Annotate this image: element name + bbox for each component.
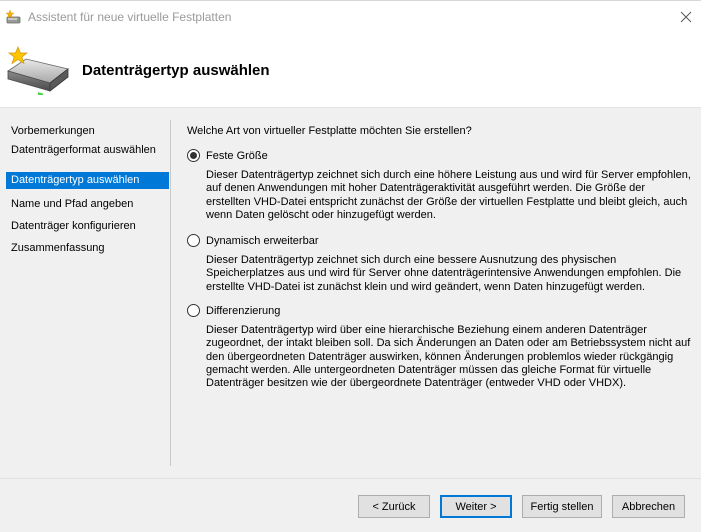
option-differenzierung[interactable]: Differenzierung: [187, 304, 280, 317]
question-label: Welche Art von virtueller Festplatte möc…: [187, 125, 472, 137]
close-button[interactable]: [671, 1, 701, 33]
option-description: Dieser Datenträgertyp zeichnet sich durc…: [206, 254, 682, 293]
finish-button[interactable]: Fertig stellen: [522, 495, 602, 518]
wizard-header: Datenträgertyp auswählen: [0, 33, 701, 107]
nav-divider: [170, 120, 171, 466]
close-icon: [680, 11, 692, 23]
option-label[interactable]: Differenzierung: [206, 305, 280, 317]
main-content: Welche Art von virtueller Festplatte möc…: [187, 108, 692, 468]
wizard-window: Assistent für neue virtuelle Festplatten: [0, 0, 701, 532]
wizard-footer: < Zurück Weiter > Fertig stellen Abbrech…: [0, 479, 701, 532]
nav-item-datentraegerformat[interactable]: Datenträgerformat auswählen: [6, 142, 169, 159]
option-feste-groesse[interactable]: Feste Größe: [187, 149, 268, 162]
option-label[interactable]: Dynamisch erweiterbar: [206, 235, 318, 247]
option-description: Dieser Datenträgertyp wird über eine hie…: [206, 324, 691, 390]
wizard-body: Vorbemerkungen Datenträgerformat auswähl…: [0, 108, 701, 478]
radio-dynamisch[interactable]: [187, 234, 200, 247]
radio-differenzierung[interactable]: [187, 304, 200, 317]
back-button[interactable]: < Zurück: [358, 495, 430, 518]
hard-disk-icon: [4, 45, 70, 97]
next-button[interactable]: Weiter >: [440, 495, 512, 518]
nav-item-name-pfad[interactable]: Name und Pfad angeben: [6, 196, 169, 213]
option-dynamisch[interactable]: Dynamisch erweiterbar: [187, 234, 318, 247]
nav-item-datentraegertyp[interactable]: Datenträgertyp auswählen: [6, 172, 169, 189]
option-description: Dieser Datenträgertyp zeichnet sich durc…: [206, 169, 691, 221]
page-title: Datenträgertyp auswählen: [82, 62, 270, 79]
nav-item-konfigurieren[interactable]: Datenträger konfigurieren: [6, 218, 169, 235]
wizard-disk-icon: [5, 9, 22, 25]
cancel-button[interactable]: Abbrechen: [612, 495, 685, 518]
nav-item-zusammenfassung[interactable]: Zusammenfassung: [6, 240, 169, 257]
step-navigation: Vorbemerkungen Datenträgerformat auswähl…: [0, 108, 171, 466]
window-title: Assistent für neue virtuelle Festplatten: [28, 10, 232, 24]
nav-item-vorbemerkungen[interactable]: Vorbemerkungen: [6, 123, 169, 140]
radio-feste-groesse[interactable]: [187, 149, 200, 162]
title-bar: Assistent für neue virtuelle Festplatten: [0, 1, 701, 33]
option-label[interactable]: Feste Größe: [206, 150, 268, 162]
